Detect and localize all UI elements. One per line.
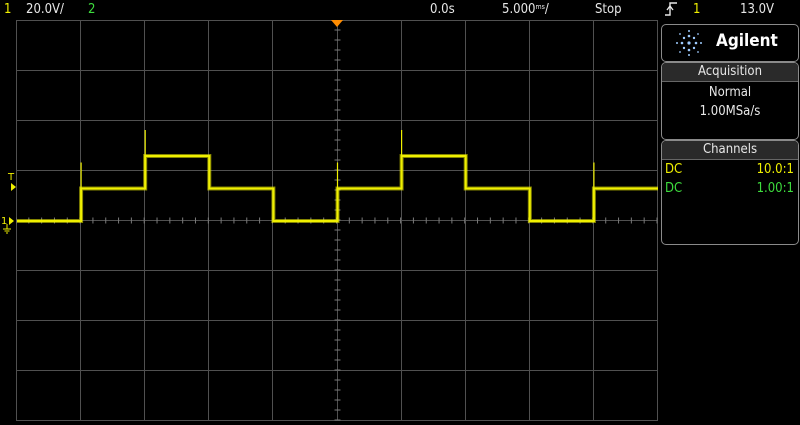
- trigger-source[interactable]: 1: [693, 2, 700, 17]
- channels-box[interactable]: Channels DC 10.0:1 DC 1.00:1: [661, 140, 799, 245]
- channel-2-row[interactable]: DC 1.00:1: [662, 179, 798, 198]
- channel-1-row[interactable]: DC 10.0:1: [662, 160, 798, 179]
- channel-2-coupling: DC: [665, 181, 683, 196]
- acquisition-title: Acquisition: [662, 63, 798, 82]
- sample-rate: 1.00MSa/s: [699, 104, 761, 119]
- side-panel: Agilent Acquisition Normal 1.00MSa/s Cha…: [659, 20, 800, 421]
- brand-box: Agilent: [661, 24, 799, 62]
- channels-title: Channels: [662, 141, 798, 160]
- channel-1-number[interactable]: 1: [4, 2, 11, 17]
- acquisition-mode: Normal: [708, 85, 752, 100]
- left-marker-gutter: T 1: [0, 20, 16, 421]
- channel-1-coupling: DC: [665, 162, 683, 177]
- channel-1-ground-marker[interactable]: [9, 217, 14, 225]
- trigger-level[interactable]: 13.0V: [740, 2, 774, 17]
- acquisition-box[interactable]: Acquisition Normal 1.00MSa/s: [661, 62, 799, 140]
- channel-2-probe: 1.00:1: [756, 181, 794, 196]
- time-scale[interactable]: 5.000ms/: [502, 2, 549, 17]
- time-scale-value: 5.000: [502, 2, 536, 17]
- run-state[interactable]: Stop: [595, 2, 622, 17]
- channel-2-number[interactable]: 2: [88, 2, 95, 17]
- time-offset[interactable]: 0.0s: [430, 2, 455, 17]
- waveform-display[interactable]: [16, 20, 658, 421]
- channel-1-ground-label: 1: [1, 216, 7, 227]
- trigger-position-marker[interactable]: [331, 20, 343, 27]
- brand-name: Agilent: [716, 31, 778, 51]
- time-scale-unit: ms: [535, 3, 545, 11]
- status-bar: 1 20.0V/ 2 0.0s 5.000ms/ Stop 1 13.0V: [0, 0, 800, 20]
- trigger-level-marker-label: T: [7, 172, 15, 183]
- agilent-spark-icon: [676, 30, 702, 56]
- channel-1-probe: 10.0:1: [756, 162, 794, 177]
- rising-edge-icon[interactable]: [664, 0, 678, 22]
- channel-1-scale[interactable]: 20.0V/: [26, 2, 64, 17]
